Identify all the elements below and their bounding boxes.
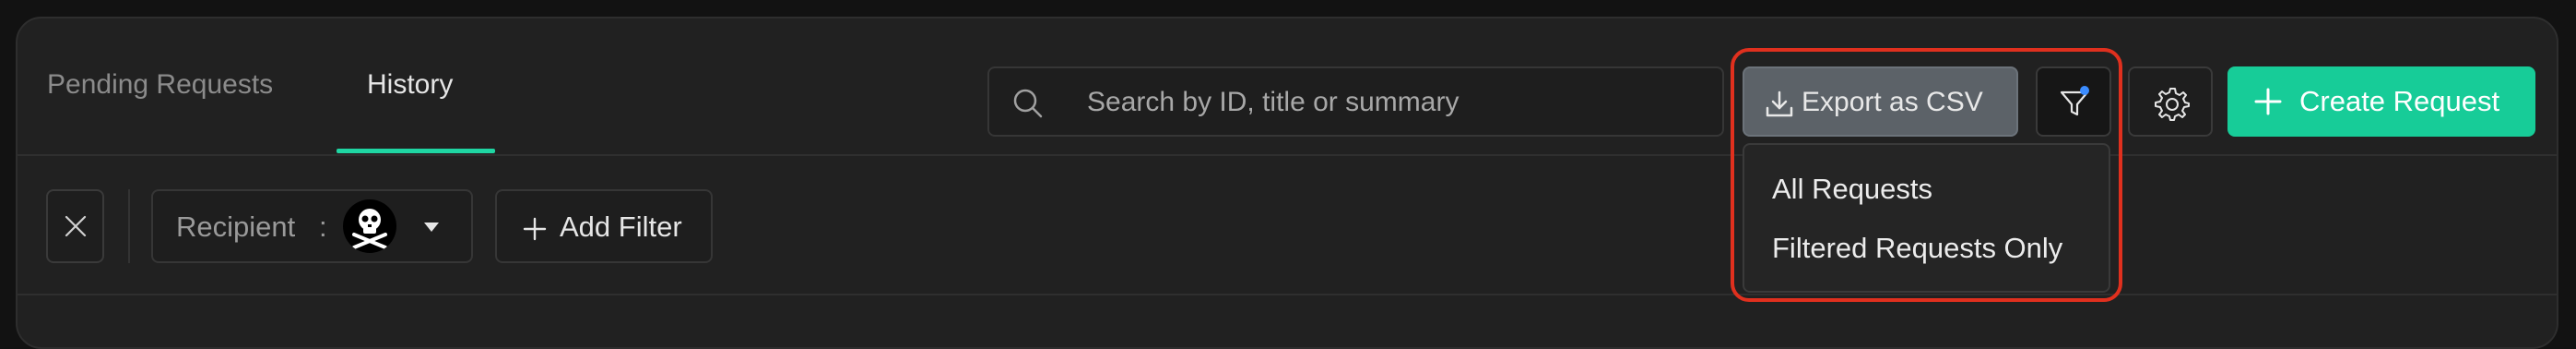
filter-button[interactable] — [2036, 66, 2111, 137]
tab-history[interactable]: History — [367, 68, 453, 102]
filter-bar-divider — [18, 294, 2557, 295]
settings-button[interactable] — [2128, 66, 2213, 137]
plus-icon — [523, 217, 547, 241]
export-csv-label: Export as CSV — [1802, 87, 1983, 117]
chevron-down-icon — [424, 223, 439, 232]
search-box[interactable] — [987, 66, 1724, 137]
create-request-button[interactable]: Create Request — [2227, 66, 2535, 137]
recipient-filter-separator: : — [319, 211, 327, 243]
gear-icon — [2155, 88, 2190, 121]
add-filter-button[interactable]: Add Filter — [495, 189, 713, 263]
search-input[interactable] — [1085, 68, 1707, 137]
filter-divider — [128, 189, 130, 263]
plus-icon — [2254, 88, 2282, 115]
clear-filters-button[interactable] — [46, 189, 104, 263]
close-icon — [65, 215, 87, 237]
filter-active-dot — [2080, 86, 2089, 95]
tab-pending-requests[interactable]: Pending Requests — [47, 68, 273, 102]
search-icon — [1013, 89, 1043, 118]
menu-item-filtered-requests-only[interactable]: Filtered Requests Only — [1772, 232, 2062, 265]
create-request-label: Create Request — [2299, 85, 2500, 117]
recipient-filter-label: Recipient — [176, 211, 296, 243]
header-divider — [18, 154, 2557, 156]
skull-crossbones-icon — [343, 199, 396, 253]
export-options-menu: All Requests Filtered Requests Only — [1743, 143, 2110, 293]
active-tab-indicator — [337, 149, 495, 153]
add-filter-label: Add Filter — [560, 211, 682, 243]
recipient-filter[interactable]: Recipient : — [151, 189, 473, 263]
menu-item-all-requests[interactable]: All Requests — [1772, 173, 1932, 206]
download-icon — [1766, 90, 1793, 117]
export-csv-button[interactable]: Export as CSV — [1743, 66, 2018, 137]
